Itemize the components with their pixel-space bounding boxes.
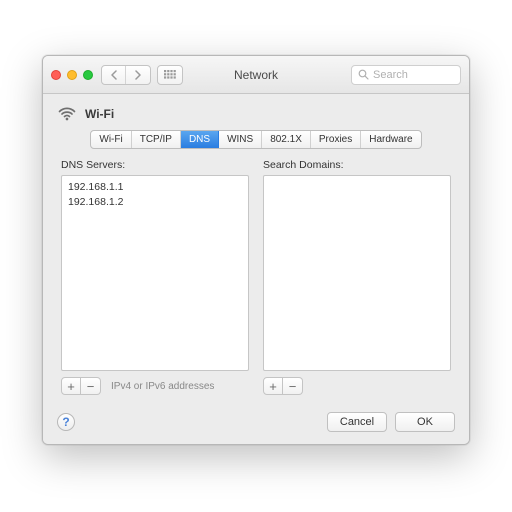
chevron-left-icon xyxy=(110,70,117,80)
chevron-right-icon xyxy=(135,70,142,80)
search-placeholder: Search xyxy=(373,69,408,81)
help-button[interactable]: ? xyxy=(57,413,75,431)
minus-icon: − xyxy=(289,380,297,393)
dns-columns: DNS Servers: 192.168.1.1 192.168.1.2 + −… xyxy=(43,159,469,395)
dns-servers-hint: IPv4 or IPv6 addresses xyxy=(111,381,214,392)
dns-server-entry[interactable]: 192.168.1.2 xyxy=(68,195,242,210)
nav-back-forward xyxy=(101,65,151,85)
advanced-sheet: Wi-Fi Wi-Fi TCP/IP DNS WINS 802.1X Proxi… xyxy=(43,94,469,444)
nav-forward-button[interactable] xyxy=(126,66,150,84)
grid-icon xyxy=(164,70,176,80)
search-domains-list[interactable] xyxy=(263,175,451,371)
tabs: Wi-Fi TCP/IP DNS WINS 802.1X Proxies Har… xyxy=(90,130,421,149)
search-domains-footer: + − xyxy=(263,377,451,395)
cancel-button[interactable]: Cancel xyxy=(327,412,387,432)
tab-bar: Wi-Fi TCP/IP DNS WINS 802.1X Proxies Har… xyxy=(43,128,469,159)
close-window-button[interactable] xyxy=(51,70,61,80)
tab-wifi[interactable]: Wi-Fi xyxy=(91,131,131,148)
dns-servers-list[interactable]: 192.168.1.1 192.168.1.2 xyxy=(61,175,249,371)
tab-8021x[interactable]: 802.1X xyxy=(262,131,311,148)
bottom-bar: ? Cancel OK xyxy=(43,400,469,444)
search-icon xyxy=(358,69,369,80)
search-domains-column: Search Domains: + − xyxy=(263,159,451,395)
tab-proxies[interactable]: Proxies xyxy=(311,131,361,148)
plus-icon: + xyxy=(269,380,277,393)
network-preferences-window: Network Search Wi-Fi Wi-Fi TCP/IP DNS xyxy=(42,55,470,445)
dns-servers-label: DNS Servers: xyxy=(61,159,249,171)
ok-button[interactable]: OK xyxy=(395,412,455,432)
tab-tcpip[interactable]: TCP/IP xyxy=(132,131,181,148)
minus-icon: − xyxy=(87,380,95,393)
tab-hardware[interactable]: Hardware xyxy=(361,131,420,148)
help-icon: ? xyxy=(62,415,69,429)
nav-back-button[interactable] xyxy=(102,66,126,84)
connection-header: Wi-Fi xyxy=(43,94,469,128)
titlebar: Network Search xyxy=(43,56,469,94)
plus-icon: + xyxy=(67,380,75,393)
remove-dns-server-button[interactable]: − xyxy=(81,377,101,395)
traffic-lights xyxy=(51,70,93,80)
search-field[interactable]: Search xyxy=(351,65,461,85)
add-search-domain-button[interactable]: + xyxy=(263,377,283,395)
tab-wins[interactable]: WINS xyxy=(219,131,262,148)
show-all-button[interactable] xyxy=(157,65,183,85)
minimize-window-button[interactable] xyxy=(67,70,77,80)
tab-dns[interactable]: DNS xyxy=(181,131,219,148)
wifi-icon xyxy=(57,104,77,124)
dialog-buttons: Cancel OK xyxy=(327,412,455,432)
remove-search-domain-button[interactable]: − xyxy=(283,377,303,395)
dns-servers-footer: + − IPv4 or IPv6 addresses xyxy=(61,377,249,395)
add-dns-server-button[interactable]: + xyxy=(61,377,81,395)
zoom-window-button[interactable] xyxy=(83,70,93,80)
dns-server-entry[interactable]: 192.168.1.1 xyxy=(68,180,242,195)
dns-servers-column: DNS Servers: 192.168.1.1 192.168.1.2 + −… xyxy=(61,159,249,395)
connection-name: Wi-Fi xyxy=(85,107,114,121)
search-domains-label: Search Domains: xyxy=(263,159,451,171)
